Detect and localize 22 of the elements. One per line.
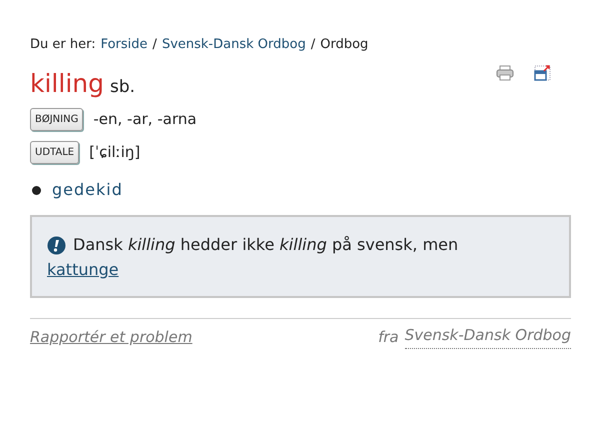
source-prefix: fra — [378, 327, 399, 348]
breadcrumb-separator: / — [152, 36, 157, 54]
bullet-icon — [32, 186, 41, 194]
source-link[interactable]: Svensk-Dansk Ordbog — [404, 326, 571, 348]
section-button[interactable]: BØJNING — [30, 108, 84, 131]
breadcrumb-link[interactable]: Forside — [100, 35, 148, 54]
report-link[interactable]: Rapportér et problem — [30, 326, 192, 348]
headword: killing — [30, 68, 104, 98]
printer-icon[interactable] — [496, 64, 514, 80]
section-button[interactable]: UDTALE — [30, 141, 80, 164]
entry-value: -en, -ar, -arna — [93, 109, 197, 130]
note-text: Dansk killing hedder ikke killing på svensk, men kattunge — [47, 234, 460, 281]
info-icon — [47, 236, 66, 255]
word-class: sb. — [110, 76, 136, 98]
breadcrumb-link[interactable]: Svensk-Dansk Ordbog — [162, 35, 306, 54]
translation-link[interactable]: gedekid — [52, 178, 123, 202]
note-link[interactable]: kattunge — [47, 260, 119, 279]
entry-value: [ˈɕilːiŋ] — [89, 142, 140, 164]
breadcrumb-current: Ordbog — [320, 36, 368, 54]
window-icon[interactable] — [534, 64, 551, 80]
breadcrumb-label: Du er her: — [30, 36, 96, 54]
breadcrumb-separator: / — [310, 36, 316, 54]
